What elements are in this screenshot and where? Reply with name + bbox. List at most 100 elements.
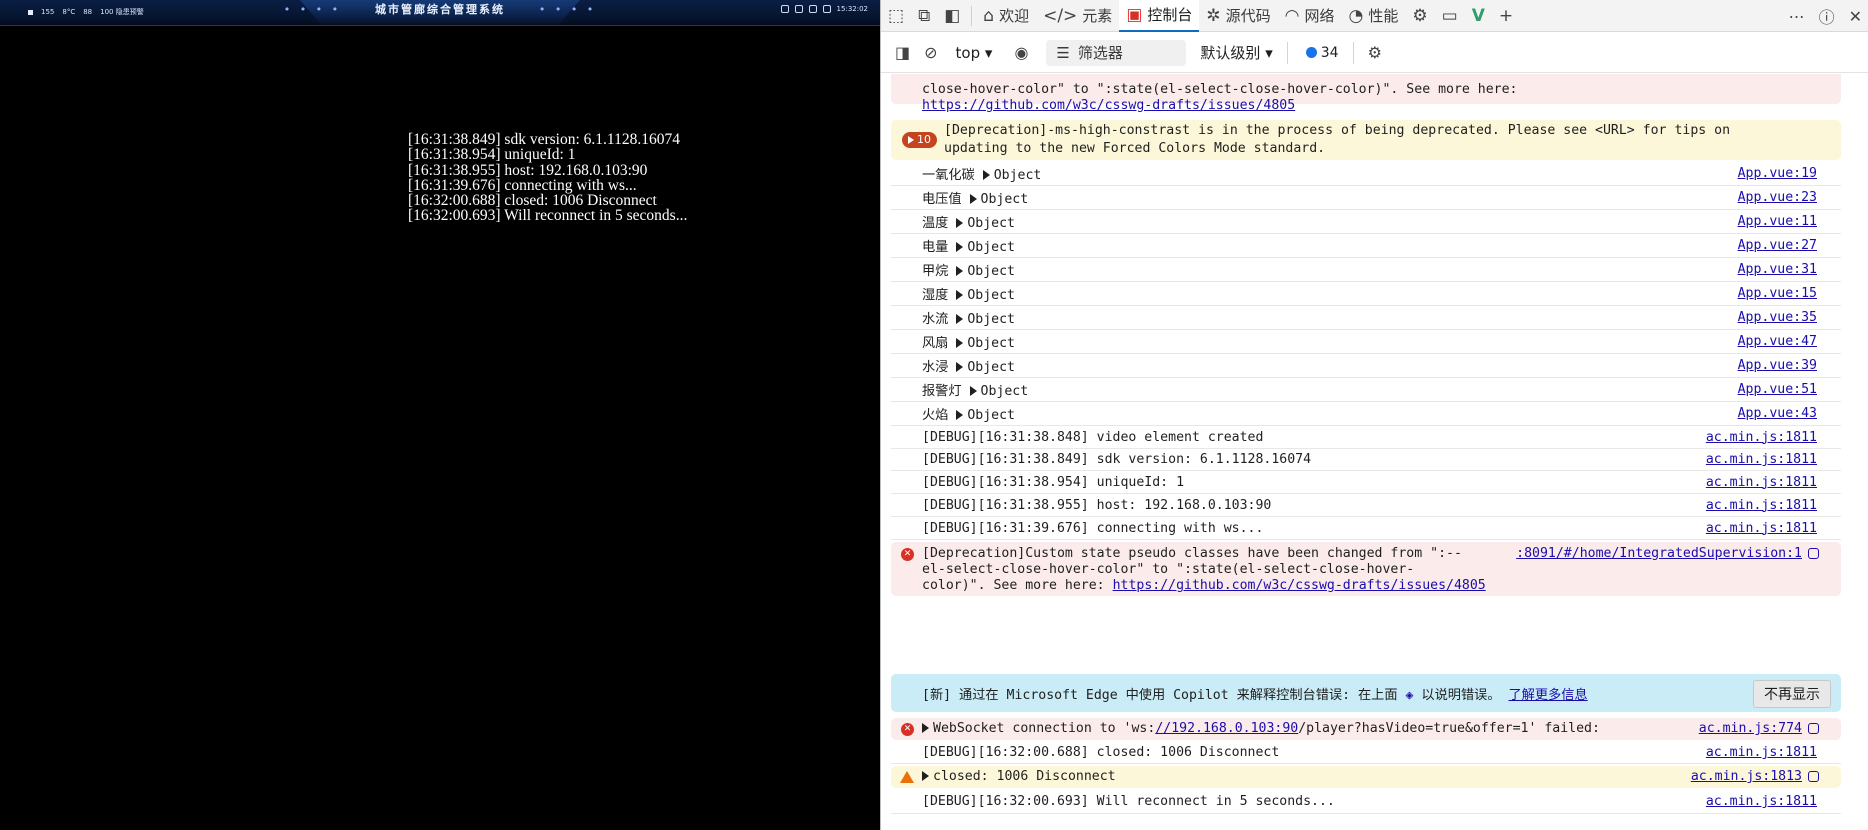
tab-welcome[interactable]: ⌂ 欢迎: [976, 0, 1036, 32]
websocket-error-text[interactable]: WebSocket connection to 'ws://192.168.0.…: [922, 721, 1600, 736]
filter-input[interactable]: ☰ 筛选器: [1046, 39, 1187, 66]
source-link[interactable]: App.vue:11: [1738, 214, 1817, 229]
copilot-explain-icon[interactable]: [1808, 722, 1819, 734]
warning-text[interactable]: closed: 1006 Disconnect: [922, 769, 1116, 784]
log-level-dropdown[interactable]: 默认级别 ▾: [1200, 42, 1272, 63]
expand-icon[interactable]: [956, 266, 964, 276]
tab-sources[interactable]: ✲ 源代码: [1199, 0, 1277, 32]
object-log-entry[interactable]: 风扇 Object: [922, 332, 1015, 351]
object-log-entry[interactable]: 火焰 Object: [922, 404, 1015, 423]
user-icon[interactable]: [808, 5, 817, 13]
dont-show-again-button[interactable]: 不再显示: [1753, 680, 1831, 708]
dock-toggle-button[interactable]: ◧: [937, 0, 967, 32]
source-link[interactable]: ac.min.js:1811: [1706, 452, 1817, 467]
object-log-entry[interactable]: 温度 Object: [922, 212, 1015, 231]
debug-text: [DEBUG][16:31:38.849] sdk version: 6.1.1…: [922, 452, 1312, 467]
object-log-row: 甲烷 Object App.vue:31: [891, 258, 1841, 282]
object-log-entry[interactable]: 一氧化碳 Object: [922, 164, 1041, 183]
object-log-entry[interactable]: 电压值 Object: [922, 188, 1028, 207]
source-link[interactable]: ac.min.js:1811: [1706, 794, 1817, 809]
tab-performance-label: 性能: [1368, 7, 1399, 25]
clear-console-icon[interactable]: ⊘: [924, 43, 937, 62]
ws-link[interactable]: //192.168.0.103:90: [1155, 721, 1298, 736]
expand-icon[interactable]: [969, 386, 977, 396]
object-log-row: 一氧化碳 Object App.vue:19: [891, 162, 1841, 186]
more-options-icon[interactable]: ⋯: [1789, 7, 1805, 26]
tab-elements[interactable]: </> 元素: [1036, 0, 1119, 32]
error-text-prefix: color)". See more here:: [922, 578, 1113, 593]
device-emulation-button[interactable]: ⧉: [911, 0, 937, 32]
code-icon: </>: [1043, 5, 1078, 26]
source-link[interactable]: App.vue:15: [1738, 286, 1817, 301]
object-label: 电压值: [922, 192, 962, 207]
source-link[interactable]: :8091/#/home/IntegratedSupervision:1: [1516, 546, 1819, 561]
source-link[interactable]: App.vue:31: [1738, 262, 1817, 277]
copilot-explain-icon[interactable]: [1808, 547, 1819, 559]
tab-console[interactable]: ▣ 控制台: [1119, 0, 1200, 32]
tab-performance[interactable]: ◔ 性能: [1342, 0, 1406, 32]
source-link[interactable]: ac.min.js:1811: [1706, 521, 1817, 536]
object-log-entry[interactable]: 甲烷 Object: [922, 260, 1015, 279]
tab-sources-label: 源代码: [1225, 7, 1271, 25]
expand-icon[interactable]: [956, 362, 964, 372]
source-link[interactable]: App.vue:47: [1738, 334, 1817, 349]
app-header: 155 8°C 88 100 隐患预警 • • • • 城市管廊综合管理系统 •…: [0, 0, 880, 26]
debug-log-row: [DEBUG][16:32:00.693] Will reconnect in …: [891, 790, 1841, 814]
sidebar-toggle-icon[interactable]: ◨: [895, 43, 910, 62]
live-expression-icon[interactable]: ◉: [1014, 43, 1028, 62]
help-icon[interactable]: ⓘ: [1819, 4, 1835, 28]
object-log-entry[interactable]: 报警灯 Object: [922, 380, 1028, 399]
add-tab-button[interactable]: +: [1492, 0, 1520, 32]
object-log-row: 水流 Object App.vue:35: [891, 306, 1841, 330]
expand-icon[interactable]: [956, 314, 964, 324]
error-link[interactable]: https://github.com/w3c/csswg-drafts/issu…: [922, 98, 1295, 113]
source-link[interactable]: ac.min.js:1811: [1706, 430, 1817, 445]
message-count[interactable]: 34: [1305, 45, 1339, 61]
expand-icon[interactable]: [956, 338, 964, 348]
source-link[interactable]: ac.min.js:1811: [1706, 475, 1817, 490]
debug-log-row: [DEBUG][16:31:38.955] host: 192.168.0.10…: [891, 494, 1841, 517]
expand-icon[interactable]: [956, 218, 964, 228]
tab-network[interactable]: ◠ 网络: [1278, 0, 1342, 32]
object-log-entry[interactable]: 水浸 Object: [922, 356, 1015, 375]
learn-more-link[interactable]: 了解更多信息: [1509, 688, 1588, 703]
screen-icon[interactable]: [780, 5, 789, 13]
error-link[interactable]: https://github.com/w3c/csswg-drafts/issu…: [1113, 578, 1486, 593]
error-text-line1: [Deprecation]Custom state pseudo classes…: [922, 546, 1462, 561]
expand-icon[interactable]: [969, 194, 977, 204]
object-log-entry[interactable]: 电量 Object: [922, 236, 1015, 255]
tab-memory[interactable]: ⚙: [1405, 0, 1434, 32]
expand-icon[interactable]: [922, 771, 929, 781]
expand-icon[interactable]: [956, 290, 964, 300]
close-devtools-icon[interactable]: ✕: [1849, 7, 1862, 26]
object-log-entry[interactable]: 水流 Object: [922, 308, 1015, 327]
expand-icon[interactable]: [956, 410, 964, 420]
expand-icon[interactable]: [956, 242, 964, 252]
inspect-element-button[interactable]: ⬚: [881, 0, 911, 32]
object-label: 甲烷: [922, 264, 949, 279]
source-link[interactable]: App.vue:43: [1738, 406, 1817, 421]
source-link[interactable]: ac.min.js:1811: [1706, 498, 1817, 513]
source-link[interactable]: App.vue:19: [1738, 166, 1817, 181]
warning-text-line2: updating to the new Forced Colors Mode s…: [944, 141, 1326, 156]
tab-vue[interactable]: V: [1465, 0, 1492, 32]
expand-icon[interactable]: [922, 723, 929, 733]
object-log-entry[interactable]: 湿度 Object: [922, 284, 1015, 303]
source-link[interactable]: App.vue:23: [1738, 190, 1817, 205]
copilot-explain-icon[interactable]: [1808, 770, 1819, 782]
source-link[interactable]: ac.min.js:774: [1699, 721, 1819, 736]
expand-icon[interactable]: [982, 170, 990, 180]
source-link[interactable]: App.vue:27: [1738, 238, 1817, 253]
console-settings-icon[interactable]: ⚙: [1368, 43, 1382, 62]
log-line: [16:31:38.955] host: 192.168.0.103:90: [408, 161, 648, 179]
power-icon[interactable]: [822, 5, 831, 13]
warning-count-badge[interactable]: 10: [902, 132, 937, 148]
tab-application[interactable]: ▭: [1435, 0, 1465, 32]
source-link[interactable]: ac.min.js:1813: [1691, 769, 1819, 784]
settings-icon[interactable]: [794, 5, 803, 13]
context-selector[interactable]: top ▾: [956, 44, 993, 62]
source-link[interactable]: ac.min.js:1811: [1706, 745, 1817, 760]
source-link[interactable]: App.vue:39: [1738, 358, 1817, 373]
source-link[interactable]: App.vue:51: [1738, 382, 1817, 397]
source-link[interactable]: App.vue:35: [1738, 310, 1817, 325]
